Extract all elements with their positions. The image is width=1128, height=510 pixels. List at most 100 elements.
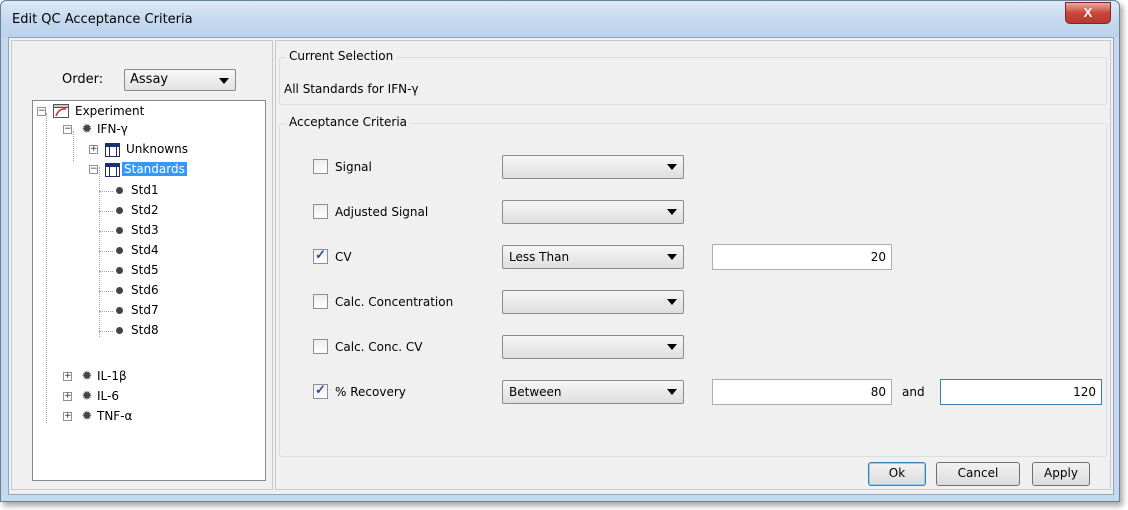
criteria-label: Signal: [335, 160, 372, 174]
experiment-icon: [53, 104, 69, 118]
order-value: Assay: [130, 72, 169, 87]
operator-value: Between: [509, 385, 562, 399]
criteria-row-recovery: ✓ % Recovery Between 80 and 120: [280, 379, 1102, 405]
criteria-label: CV: [335, 250, 352, 264]
tree-label-unknowns: Unknowns: [126, 142, 188, 156]
tree-label-ifn-gamma: IFN-γ: [97, 122, 128, 136]
criteria-label: Calc. Conc. CV: [335, 340, 423, 354]
criteria-label: Calc. Concentration: [335, 295, 454, 309]
assay-icon: ✹: [81, 122, 93, 137]
tree-node-ifn-gamma[interactable]: − ✹ IFN-γ: [63, 121, 253, 139]
tree-node-unknowns[interactable]: + Unknowns: [89, 141, 259, 159]
tree-label-std: Std5: [131, 263, 159, 277]
tree-label-std: Std2: [131, 203, 159, 217]
signal-checkbox[interactable]: [313, 159, 328, 174]
tree-node-experiment[interactable]: − Experiment: [37, 103, 257, 121]
assay-icon: ✹: [81, 369, 93, 384]
sample-icon: [116, 267, 123, 274]
sample-icon: [116, 327, 123, 334]
apply-button[interactable]: Apply: [1032, 462, 1090, 486]
tree-node-tnf-a[interactable]: + ✹ TNF-α: [63, 408, 253, 426]
criteria-row-adjusted-signal: Adjusted Signal: [280, 199, 1100, 224]
close-button[interactable]: X: [1065, 2, 1111, 24]
group-label: Acceptance Criteria: [286, 115, 411, 129]
tree-view[interactable]: − Experiment − ✹ IFN-γ + Unknowns − Stan…: [32, 100, 266, 481]
check-mark-icon: ✓: [315, 382, 326, 397]
sample-icon: [116, 207, 123, 214]
order-dropdown[interactable]: Assay: [124, 69, 236, 91]
expand-icon[interactable]: +: [63, 372, 72, 381]
operator-value: Less Than: [509, 250, 570, 264]
expand-icon[interactable]: +: [89, 145, 98, 154]
expand-icon[interactable]: +: [63, 392, 72, 401]
chevron-down-icon: [667, 164, 677, 170]
tree-line: [99, 271, 113, 272]
collapse-icon[interactable]: −: [89, 165, 98, 174]
cancel-button[interactable]: Cancel: [936, 462, 1020, 486]
tree-label-std: Std1: [131, 183, 159, 197]
tree-node-il-1b[interactable]: + ✹ IL-1β: [63, 368, 253, 386]
chevron-down-icon: [219, 78, 229, 84]
criteria-row-signal: Signal: [280, 154, 1100, 179]
calc-conc-cv-operator-dropdown[interactable]: [502, 335, 684, 359]
calc-concentration-checkbox[interactable]: [313, 294, 328, 309]
tree-line: [99, 231, 113, 232]
signal-operator-dropdown[interactable]: [502, 155, 684, 179]
adjusted-signal-checkbox[interactable]: [313, 204, 328, 219]
cv-checkbox[interactable]: ✓: [313, 247, 328, 264]
tree-node-standards[interactable]: − Standards: [89, 161, 259, 179]
left-panel: Order: Assay − Experiment − ✹ IFN-γ + Un…: [11, 40, 273, 490]
expand-icon[interactable]: +: [63, 412, 72, 421]
sample-icon: [116, 307, 123, 314]
tree-label-il-6: IL-6: [97, 389, 119, 403]
recovery-checkbox[interactable]: ✓: [313, 382, 328, 399]
input-value: 80: [870, 385, 886, 399]
sample-icon: [116, 187, 123, 194]
tree-label-std: Std3: [131, 223, 159, 237]
criteria-label: Adjusted Signal: [335, 205, 429, 219]
chevron-down-icon: [667, 209, 677, 215]
dialog-body: Order: Assay − Experiment − ✹ IFN-γ + Un…: [8, 37, 1114, 495]
recovery-operator-dropdown[interactable]: Between: [502, 380, 684, 404]
recovery-max-input[interactable]: 120: [940, 379, 1102, 405]
tree-label-std: Std8: [131, 323, 159, 337]
check-mark-icon: ✓: [315, 247, 326, 262]
criteria-row-calc-concentration: Calc. Concentration: [280, 289, 1100, 314]
group-label: Current Selection: [286, 49, 397, 63]
ok-button[interactable]: Ok: [868, 462, 926, 486]
sample-icon: [116, 247, 123, 254]
tree-line: [99, 291, 113, 292]
table-icon: [105, 163, 120, 177]
tree-label-tnf-a: TNF-α: [97, 409, 133, 423]
tree-label-std: Std7: [131, 303, 159, 317]
tree-line: [99, 191, 113, 192]
tree-label-std: Std4: [131, 243, 159, 257]
tree-line: [46, 113, 47, 423]
tree-line: [99, 311, 113, 312]
tree-node-il-6[interactable]: + ✹ IL-6: [63, 388, 253, 406]
current-selection-text: All Standards for IFN-γ: [284, 82, 419, 96]
criteria-row-cv: ✓ CV Less Than 20: [280, 244, 1100, 270]
collapse-icon[interactable]: −: [37, 107, 46, 116]
order-label: Order:: [62, 72, 104, 87]
tree-label-experiment: Experiment: [75, 104, 145, 118]
tree-label-std: Std6: [131, 283, 159, 297]
tree-line: [99, 331, 113, 332]
table-icon: [105, 143, 120, 157]
calc-concentration-operator-dropdown[interactable]: [502, 290, 684, 314]
assay-icon: ✹: [81, 389, 93, 404]
cv-operator-dropdown[interactable]: Less Than: [502, 245, 684, 269]
calc-conc-cv-checkbox[interactable]: [313, 339, 328, 354]
adjusted-signal-operator-dropdown[interactable]: [502, 200, 684, 224]
window-title: Edit QC Acceptance Criteria: [12, 12, 193, 27]
current-selection-group: Current Selection All Standards for IFN-…: [279, 49, 1107, 105]
right-panel: Current Selection All Standards for IFN-…: [275, 40, 1111, 490]
chevron-down-icon: [667, 389, 677, 395]
cv-value-input[interactable]: 20: [712, 244, 892, 270]
collapse-icon[interactable]: −: [63, 125, 72, 134]
title-bar[interactable]: Edit QC Acceptance Criteria X: [1, 1, 1119, 37]
tree-label-il-1b: IL-1β: [97, 369, 127, 383]
recovery-min-input[interactable]: 80: [712, 379, 892, 405]
tree-line: [99, 251, 113, 252]
tree-line: [99, 211, 113, 212]
